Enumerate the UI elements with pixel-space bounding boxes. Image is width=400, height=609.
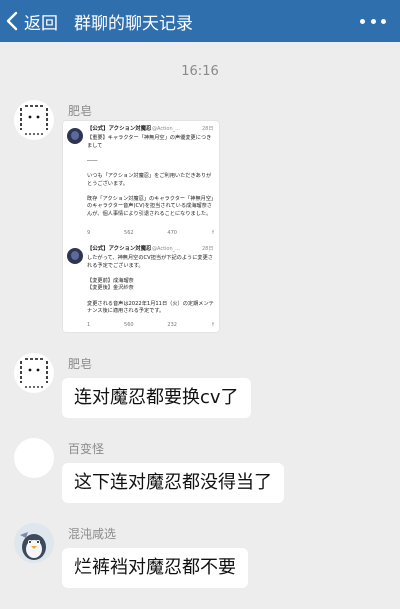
like-count: 470: [167, 230, 177, 236]
bread-face-avatar[interactable]: [14, 353, 54, 393]
tweet-avatar-icon: [67, 248, 83, 264]
sender-name: 百变怪: [68, 442, 105, 456]
retweet-count: 562: [124, 230, 134, 236]
sender-name: 混沌咸选: [68, 527, 117, 541]
bread-face-icon: [20, 358, 48, 388]
bread-face-icon: [20, 105, 48, 135]
chevron-left-icon: [6, 11, 18, 31]
like-count: 232: [167, 322, 177, 328]
white-circle-avatar[interactable]: [14, 438, 54, 478]
more-dot-icon: [360, 18, 365, 24]
header-bar: 返回 群聊的聊天记录: [0, 0, 400, 42]
back-button[interactable]: 返回: [6, 9, 58, 34]
retweet-count: 560: [124, 322, 134, 328]
tweet-author: 【公式】アクション対魔忍: [87, 246, 152, 252]
tweet-handle: @Action_...: [152, 126, 180, 132]
reply-count: 1: [87, 322, 91, 328]
penguin-avatar[interactable]: [14, 523, 54, 563]
tweet-body: 【重要】キャラクター「神無月空」の声優変更につきまして ―― いつも「アクション…: [87, 135, 214, 217]
tweet-age: 28日: [202, 126, 214, 132]
reply-count: 9: [87, 230, 91, 236]
more-dot-icon: [381, 18, 386, 24]
tweet-age: 28日: [202, 246, 214, 252]
more-options-button[interactable]: [360, 11, 386, 31]
message-bubble[interactable]: 烂裤裆对魔忍都不要: [62, 548, 248, 588]
tweet-stats: 9 562 470 ↑: [87, 230, 215, 238]
share-icon: ↑: [210, 322, 215, 328]
message-bubble[interactable]: 连对魔忍都要换cv了: [62, 378, 251, 418]
tweet-handle: @Action_...: [152, 246, 180, 252]
page-title: 群聊的聊天记录: [74, 13, 193, 34]
timestamp: 16:16: [181, 64, 219, 79]
tweet-body: したがって、神無月空のCV担当が下記のように変更される予定でございます。 【変更…: [87, 255, 214, 315]
tweet-stats: 1 560 232 ↑: [87, 322, 215, 330]
more-dot-icon: [370, 18, 376, 24]
back-label: 返回: [24, 13, 58, 34]
share-icon: ↑: [210, 230, 215, 236]
message-bubble[interactable]: 这下连对魔忍都没得当了: [62, 463, 284, 503]
sender-name: 肥皂: [68, 104, 93, 118]
tweet-avatar-icon: [67, 128, 83, 144]
penguin-icon: [20, 532, 46, 560]
tweet-screenshot-image[interactable]: 【公式】アクション対魔忍 @Action_... 28日 【重要】キャラクター「…: [62, 120, 220, 333]
bread-face-avatar[interactable]: [14, 100, 54, 140]
tweet-author: 【公式】アクション対魔忍: [87, 126, 152, 132]
sender-name: 肥皂: [68, 357, 93, 371]
